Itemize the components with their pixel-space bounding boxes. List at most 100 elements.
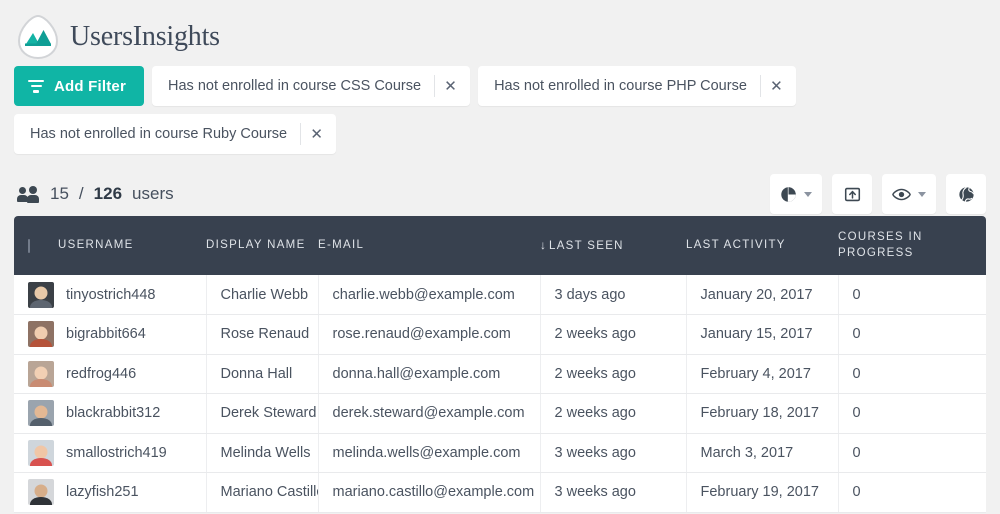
cell-email: charlie.webb@example.com bbox=[318, 275, 541, 316]
cell-username: blackrabbit312 bbox=[14, 393, 207, 434]
eye-icon bbox=[892, 188, 911, 200]
username-text: tinyostrich448 bbox=[66, 286, 156, 303]
cell-last-seen: 3 weeks ago bbox=[540, 472, 687, 513]
avatar bbox=[28, 360, 54, 387]
sort-descending-icon: ↓ bbox=[540, 237, 546, 252]
username-text: redfrog446 bbox=[66, 365, 137, 382]
brand-name: UsersInsights bbox=[70, 20, 220, 52]
count-total: 126 bbox=[93, 184, 123, 203]
filter-funnel-icon bbox=[28, 79, 44, 93]
column-label: COURSES IN bbox=[838, 231, 923, 243]
table-actions bbox=[770, 174, 986, 214]
cell-email: rose.renaud@example.com bbox=[318, 314, 541, 355]
cell-last-seen: 2 weeks ago bbox=[540, 314, 687, 355]
cell-last-seen: 2 weeks ago bbox=[540, 354, 687, 395]
column-label: DISPLAY NAME bbox=[206, 238, 306, 251]
columns-visibility-button[interactable] bbox=[882, 174, 936, 214]
select-all-checkbox[interactable] bbox=[28, 238, 30, 253]
column-header-last-activity[interactable]: LAST ACTIVITY bbox=[686, 216, 838, 276]
app-header: UsersInsights bbox=[0, 0, 1000, 62]
close-icon[interactable]: ✕ bbox=[300, 123, 332, 145]
cell-courses-in-progress: 0 bbox=[838, 393, 986, 434]
select-all-cell bbox=[14, 216, 58, 276]
column-label: LAST SEEN bbox=[549, 239, 624, 252]
filter-chip-php[interactable]: Has not enrolled in course PHP Course ✕ bbox=[478, 66, 796, 106]
close-icon[interactable]: ✕ bbox=[759, 75, 792, 97]
close-icon[interactable]: ✕ bbox=[434, 75, 466, 97]
users-table: USERNAME DISPLAY NAME E-MAIL ↓ LAST SEEN … bbox=[14, 216, 986, 513]
cell-username: tinyostrich448 bbox=[14, 275, 207, 316]
cell-courses-in-progress: 0 bbox=[838, 472, 986, 513]
globe-icon bbox=[958, 186, 974, 202]
cell-display-name: Derek Steward bbox=[206, 393, 319, 434]
cell-last-activity: January 15, 2017 bbox=[686, 314, 839, 355]
column-header-last-seen[interactable]: ↓ LAST SEEN bbox=[540, 216, 686, 276]
table-row[interactable]: bigrabbit664 Rose Renaud rose.renaud@exa… bbox=[14, 314, 986, 355]
cell-courses-in-progress: 0 bbox=[838, 275, 986, 316]
users-icon bbox=[17, 186, 40, 203]
cell-display-name: Charlie Webb bbox=[206, 275, 319, 316]
chevron-down-icon[interactable] bbox=[918, 191, 926, 197]
add-filter-button[interactable]: Add Filter bbox=[14, 66, 144, 106]
table-row[interactable]: lazyfish251 Mariano Castillo mariano.cas… bbox=[14, 472, 986, 513]
add-filter-label: Add Filter bbox=[54, 77, 126, 95]
table-header-row: USERNAME DISPLAY NAME E-MAIL ↓ LAST SEEN … bbox=[14, 216, 986, 276]
count-shown: 15 bbox=[50, 184, 69, 203]
export-box-icon bbox=[844, 187, 860, 201]
charts-button[interactable] bbox=[770, 174, 822, 214]
column-header-courses-in-progress[interactable]: COURSES IN PROGRESS bbox=[838, 216, 986, 276]
cell-display-name: Melinda Wells bbox=[206, 433, 319, 474]
avatar bbox=[28, 400, 54, 427]
table-row[interactable]: smallostrich419 Melinda Wells melinda.we… bbox=[14, 433, 986, 474]
username-text: lazyfish251 bbox=[66, 484, 139, 501]
filter-chip-ruby[interactable]: Has not enrolled in course Ruby Course ✕ bbox=[14, 114, 337, 154]
username-text: smallostrich419 bbox=[66, 444, 167, 461]
filter-bar: Add Filter Has not enrolled in course CS… bbox=[0, 62, 1000, 154]
chevron-down-icon[interactable] bbox=[804, 191, 812, 197]
avatar bbox=[28, 439, 54, 466]
count-suffix: users bbox=[132, 184, 174, 203]
cell-username: lazyfish251 bbox=[14, 472, 207, 513]
cell-email: mariano.castillo@example.com bbox=[318, 472, 541, 513]
cell-email: donna.hall@example.com bbox=[318, 354, 541, 395]
export-button[interactable] bbox=[832, 174, 872, 214]
username-text: bigrabbit664 bbox=[66, 326, 146, 343]
table-row[interactable]: redfrog446 Donna Hall donna.hall@example… bbox=[14, 354, 986, 395]
mountain-logo-icon bbox=[14, 13, 62, 61]
cell-last-activity: March 3, 2017 bbox=[686, 433, 839, 474]
table-body: tinyostrich448 Charlie Webb charlie.webb… bbox=[14, 275, 986, 513]
column-label: E-MAIL bbox=[318, 238, 365, 251]
cell-last-seen: 3 weeks ago bbox=[540, 433, 687, 474]
filter-chip-label: Has not enrolled in course CSS Course bbox=[168, 78, 422, 94]
column-label-line2: PROGRESS bbox=[838, 246, 914, 259]
column-header-display-name[interactable]: DISPLAY NAME bbox=[206, 216, 318, 276]
avatar bbox=[28, 479, 54, 506]
table-row[interactable]: blackrabbit312 Derek Steward derek.stewa… bbox=[14, 393, 986, 434]
cell-last-seen: 3 days ago bbox=[540, 275, 687, 316]
map-button[interactable] bbox=[946, 174, 986, 214]
column-label: LAST ACTIVITY bbox=[686, 238, 786, 251]
cell-courses-in-progress: 0 bbox=[838, 314, 986, 355]
column-header-email[interactable]: E-MAIL bbox=[318, 216, 540, 276]
filter-chip-label: Has not enrolled in course PHP Course bbox=[494, 78, 747, 94]
cell-username: bigrabbit664 bbox=[14, 314, 207, 355]
cell-email: melinda.wells@example.com bbox=[318, 433, 541, 474]
cell-last-activity: February 4, 2017 bbox=[686, 354, 839, 395]
cell-email: derek.steward@example.com bbox=[318, 393, 541, 434]
user-count: 15 / 126 users bbox=[17, 184, 174, 204]
cell-last-activity: January 20, 2017 bbox=[686, 275, 839, 316]
cell-last-activity: February 18, 2017 bbox=[686, 393, 839, 434]
cell-last-activity: February 19, 2017 bbox=[686, 472, 839, 513]
cell-courses-in-progress: 0 bbox=[838, 354, 986, 395]
column-label: USERNAME bbox=[58, 238, 134, 251]
table-row[interactable]: tinyostrich448 Charlie Webb charlie.webb… bbox=[14, 275, 986, 316]
filter-chip-css[interactable]: Has not enrolled in course CSS Course ✕ bbox=[152, 66, 471, 106]
cell-username: redfrog446 bbox=[14, 354, 207, 395]
cell-display-name: Rose Renaud bbox=[206, 314, 319, 355]
cell-display-name: Donna Hall bbox=[206, 354, 319, 395]
pie-chart-icon bbox=[781, 186, 796, 202]
cell-display-name: Mariano Castillo bbox=[206, 472, 319, 513]
cell-last-seen: 2 weeks ago bbox=[540, 393, 687, 434]
column-header-username[interactable]: USERNAME bbox=[58, 216, 206, 276]
avatar bbox=[28, 321, 54, 348]
